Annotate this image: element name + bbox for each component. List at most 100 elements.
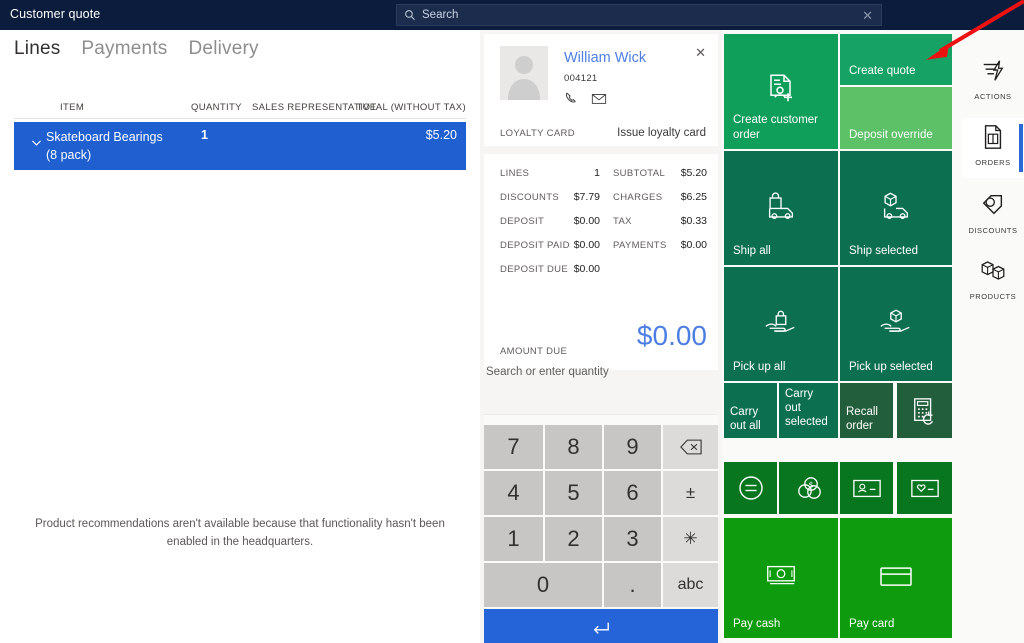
tile-pick-up-selected[interactable]: Pick up selected — [840, 267, 952, 381]
key-abc[interactable]: abc — [663, 563, 718, 607]
rail-item-discounts[interactable]: DISCOUNTS — [962, 186, 1024, 246]
key-2[interactable]: 2 — [545, 517, 602, 561]
tile-carry-out-all[interactable]: Carry out all — [724, 383, 777, 438]
calculator-refresh-icon — [913, 397, 933, 425]
tile-label: Recall order — [846, 406, 878, 432]
enter-arrow-icon — [593, 622, 609, 634]
right-navigation-rail: ACTIONS ORDERS DISCOUNTS PRODUCTS — [962, 30, 1024, 643]
svg-text:$: $ — [808, 481, 813, 490]
customer-card: William Wick 004121 ✕ LOYALTY CARD Issue… — [484, 34, 718, 146]
pane-tabs: Lines Payments Delivery — [14, 38, 259, 60]
tile-recall-order[interactable]: Recall order — [840, 383, 893, 438]
envelope-icon[interactable] — [591, 91, 607, 106]
rail-label: PRODUCTS — [969, 292, 1017, 301]
key-plus-minus[interactable]: ± — [663, 471, 718, 515]
totals-value-deposit-paid: $0.00 — [573, 239, 600, 251]
totals-value-charges: $6.25 — [680, 191, 707, 203]
tile-carry-out-selected[interactable]: Carry out selected — [779, 383, 838, 438]
issue-loyalty-card-button[interactable]: Issue loyalty card — [617, 127, 706, 139]
key-9[interactable]: 9 — [604, 425, 661, 469]
key-8[interactable]: 8 — [545, 425, 602, 469]
gift-card-icon — [910, 479, 939, 498]
page-title: Customer quote — [10, 7, 101, 21]
column-header-quantity: QUANTITY — [191, 102, 242, 113]
document-add-person-icon — [770, 74, 792, 101]
tile-pay-card[interactable]: Pay card — [840, 518, 952, 638]
rail-label: ACTIONS — [974, 92, 1012, 101]
row-total: $5.20 — [425, 128, 457, 142]
tile-create-customer-order[interactable]: Create customer order — [724, 34, 838, 149]
amount-due-value: $0.00 — [636, 320, 707, 351]
loyalty-row: LOYALTY CARD Issue loyalty card — [484, 127, 718, 146]
tile-gift-card[interactable] — [897, 462, 952, 514]
row-quantity: 1 — [201, 128, 208, 142]
tile-label: Ship all — [733, 245, 771, 257]
key-6[interactable]: 6 — [604, 471, 661, 515]
tile-label: Create quote — [849, 65, 916, 77]
key-5[interactable]: 5 — [545, 471, 602, 515]
totals-value-tax: $0.33 — [680, 215, 707, 227]
close-customer-icon[interactable]: ✕ — [695, 45, 706, 61]
tile-ship-all[interactable]: Ship all — [724, 151, 838, 265]
tab-payments[interactable]: Payments — [81, 38, 167, 60]
orders-document-icon — [984, 125, 1002, 149]
avatar — [500, 46, 548, 100]
totals-value-deposit: $0.00 — [573, 215, 600, 227]
hand-box-icon — [880, 309, 910, 332]
tile-recalculate[interactable] — [897, 383, 952, 438]
tab-lines[interactable]: Lines — [14, 38, 60, 60]
key-decimal[interactable]: . — [604, 563, 661, 607]
cash-banknote-icon — [767, 565, 795, 585]
rail-item-orders[interactable]: ORDERS — [962, 118, 1024, 178]
key-0[interactable]: 0 — [484, 563, 602, 607]
key-backspace[interactable] — [663, 425, 718, 469]
search-clear-icon[interactable]: ✕ — [862, 8, 873, 24]
key-1[interactable]: 1 — [484, 517, 543, 561]
totals-value-deposit-due: $0.00 — [573, 263, 600, 275]
key-4[interactable]: 4 — [484, 471, 543, 515]
search-icon — [405, 10, 415, 21]
id-card-icon — [852, 479, 881, 498]
coins-currency-icon: $ — [797, 477, 821, 499]
tab-delivery[interactable]: Delivery — [189, 38, 259, 60]
tile-total-discount[interactable] — [724, 462, 777, 514]
totals-label-lines: LINES — [500, 168, 530, 179]
quantity-hint-label: Search or enter quantity — [486, 366, 609, 378]
actions-lightning-icon — [983, 60, 1004, 81]
pos-application-window: Customer quote Search ✕ Lines Payments D… — [0, 0, 1024, 643]
tile-pick-up-all[interactable]: Pick up all — [724, 267, 838, 381]
hand-bag-icon — [765, 310, 795, 332]
tile-deposit-override[interactable]: Deposit override — [840, 87, 952, 149]
title-bar: Customer quote Search ✕ — [0, 0, 1024, 30]
lines-table-header: ITEM QUANTITY SALES REPRESENTATIVE TOTAL… — [14, 102, 466, 119]
table-row[interactable]: Skateboard Bearings (8 pack) 1 $5.20 — [14, 122, 466, 170]
tile-create-quote[interactable]: Create quote — [840, 34, 952, 85]
enter-button[interactable] — [484, 609, 718, 643]
totals-value-lines: 1 — [594, 167, 600, 179]
customer-name[interactable]: William Wick — [564, 50, 646, 66]
action-tiles-panel: Create customer order Create quote Depos… — [722, 30, 962, 643]
tile-label: Carry out all — [730, 406, 761, 432]
chevron-down-icon[interactable] — [30, 136, 43, 149]
totals-card: LINES 1 DISCOUNTS $7.79 DEPOSIT $0.00 DE… — [484, 154, 718, 370]
rail-item-actions[interactable]: ACTIONS — [962, 52, 1024, 112]
customer-id: 004121 — [564, 73, 598, 84]
key-7[interactable]: 7 — [484, 425, 543, 469]
equals-circle-icon — [738, 476, 763, 500]
key-3[interactable]: 3 — [604, 517, 661, 561]
search-input[interactable]: Search ✕ — [396, 4, 882, 26]
tile-pay-cash[interactable]: Pay cash — [724, 518, 838, 638]
rail-item-products[interactable]: PRODUCTS — [962, 252, 1024, 312]
totals-value-payments: $0.00 — [680, 239, 707, 251]
tile-ship-selected[interactable]: Ship selected — [840, 151, 952, 265]
column-header-item: ITEM — [60, 102, 85, 113]
key-asterisk[interactable]: ✳ — [663, 517, 718, 561]
customer-contact-icons — [564, 91, 607, 106]
tile-customer-account[interactable] — [840, 462, 893, 514]
products-boxes-icon — [981, 261, 1005, 280]
numeric-keypad: 7 8 9 4 5 6 ± 1 2 3 ✳ 0 . abc — [484, 414, 718, 643]
discount-tags-icon — [982, 195, 1003, 215]
tile-label: Create customer order — [733, 114, 819, 141]
tile-currency[interactable]: $ — [779, 462, 838, 514]
phone-icon[interactable] — [564, 91, 579, 106]
